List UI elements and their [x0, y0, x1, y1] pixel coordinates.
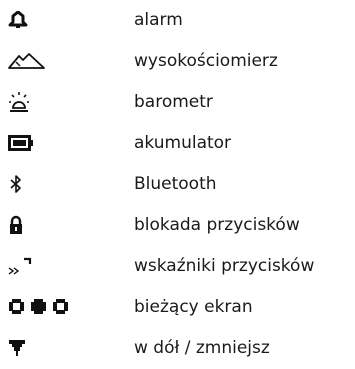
legend-item-battery: akumulator: [0, 123, 355, 163]
padlock-icon: [8, 205, 24, 245]
bluetooth-icon: [8, 164, 24, 204]
legend-item-altimeter: wysokościomierz: [0, 41, 355, 81]
legend-item-button-lock: blokada przycisków: [0, 205, 355, 245]
legend-label: wysokościomierz: [134, 51, 278, 71]
legend-label: alarm: [134, 10, 183, 30]
legend-label: Bluetooth: [134, 174, 217, 194]
barometer-weather-icon: [8, 82, 30, 122]
altimeter-mountain-icon: [8, 41, 46, 81]
legend-label: w dół / zmniejsz: [134, 338, 270, 358]
legend-item-button-indicators: wskaźniki przycisków: [0, 246, 355, 286]
legend-item-bluetooth: Bluetooth: [0, 164, 355, 204]
legend-item-alarm: alarm: [0, 0, 355, 40]
legend-label: bieżący ekran: [134, 297, 253, 317]
legend-item-current-screen: bieżący ekran: [0, 287, 355, 327]
button-indicator-arrows-icon: [8, 246, 34, 286]
battery-icon: [8, 123, 34, 163]
legend-label: wskaźniki przycisków: [134, 256, 315, 276]
icon-legend: alarm wysokościomierz barometr akumulato…: [0, 0, 355, 369]
down-decrease-arrow-icon: [8, 328, 26, 368]
legend-item-down-decrease: w dół / zmniejsz: [0, 328, 355, 368]
legend-label: akumulator: [134, 133, 232, 153]
alarm-bell-icon: [8, 0, 28, 40]
legend-label: blokada przycisków: [134, 215, 300, 235]
current-screen-dots-icon: [8, 287, 70, 327]
legend-item-barometer: barometr: [0, 82, 355, 122]
legend-label: barometr: [134, 92, 213, 112]
